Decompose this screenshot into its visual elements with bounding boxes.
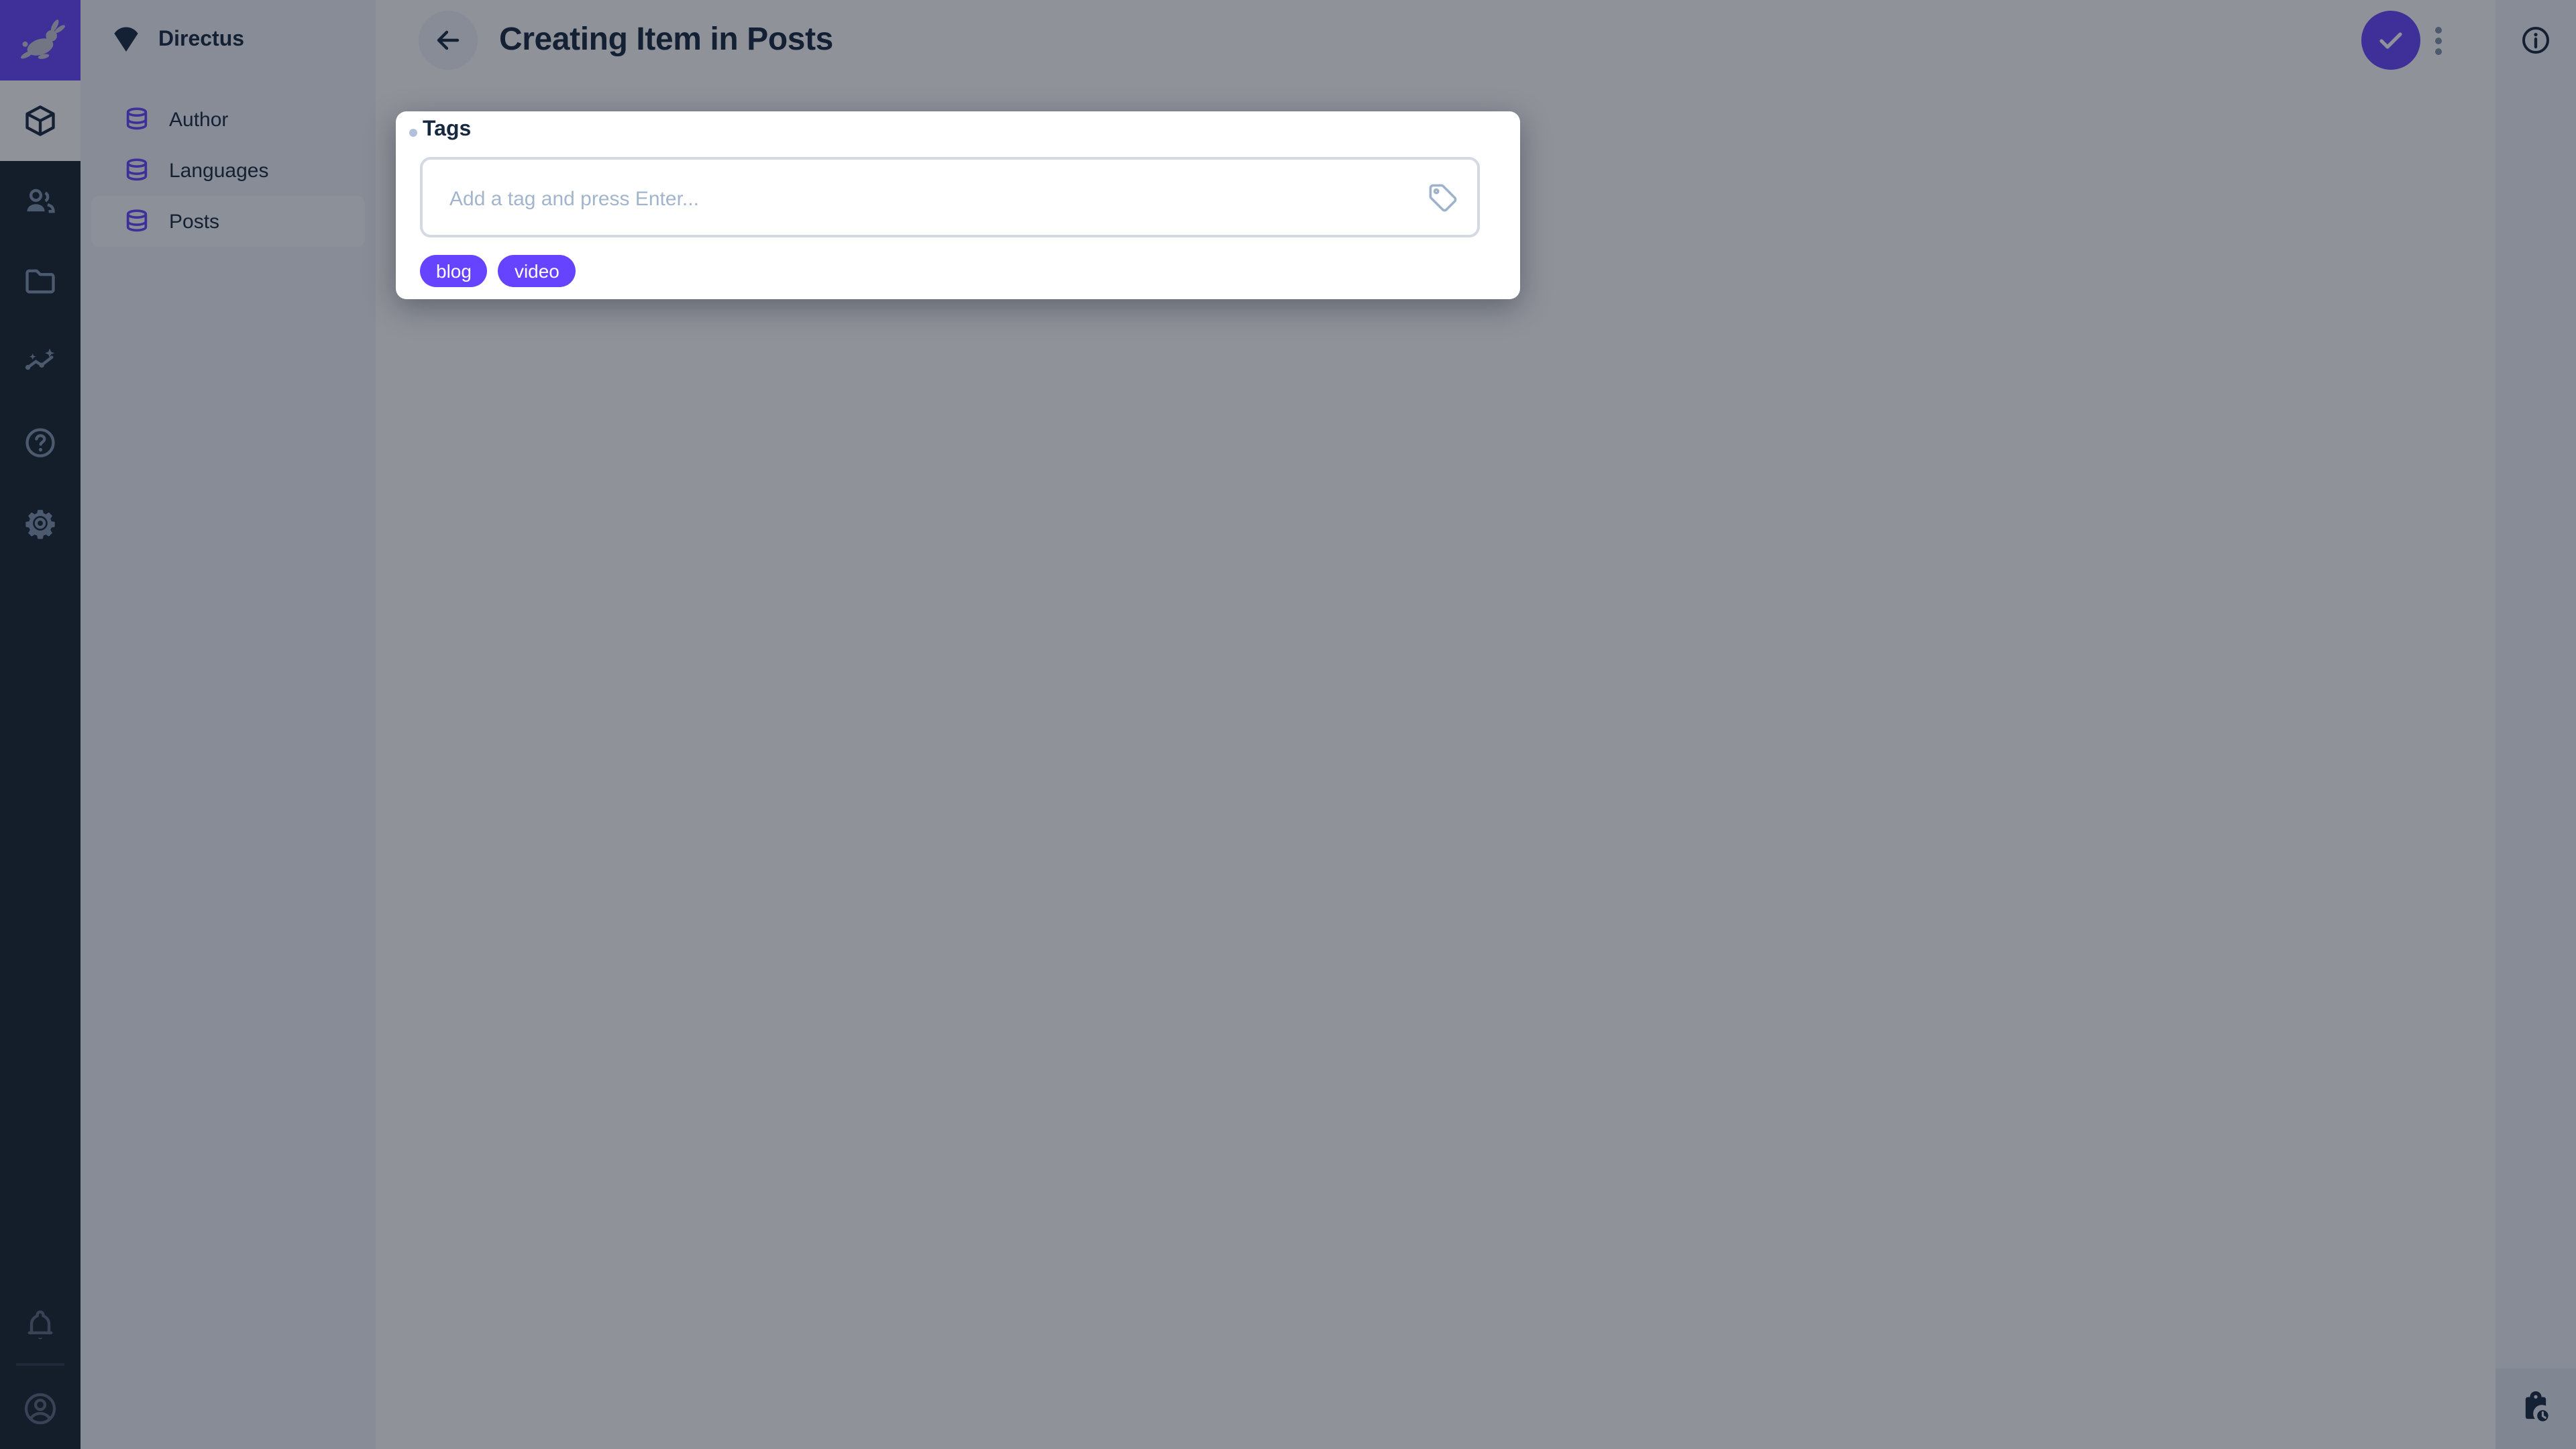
tag-pill[interactable]: blog (420, 255, 488, 287)
directus-app: Directus Author Languages Po (0, 0, 2576, 1449)
tags-list: blog video (420, 255, 576, 287)
tag-icon[interactable] (1426, 181, 1458, 213)
tag-pill[interactable]: video (498, 255, 576, 287)
field-edited-dot (409, 129, 417, 137)
tags-field-card: Tags blog video (396, 111, 1520, 299)
field-label-tags: Tags (423, 118, 471, 142)
tags-input[interactable] (447, 160, 1391, 237)
tags-input-box (420, 157, 1480, 237)
